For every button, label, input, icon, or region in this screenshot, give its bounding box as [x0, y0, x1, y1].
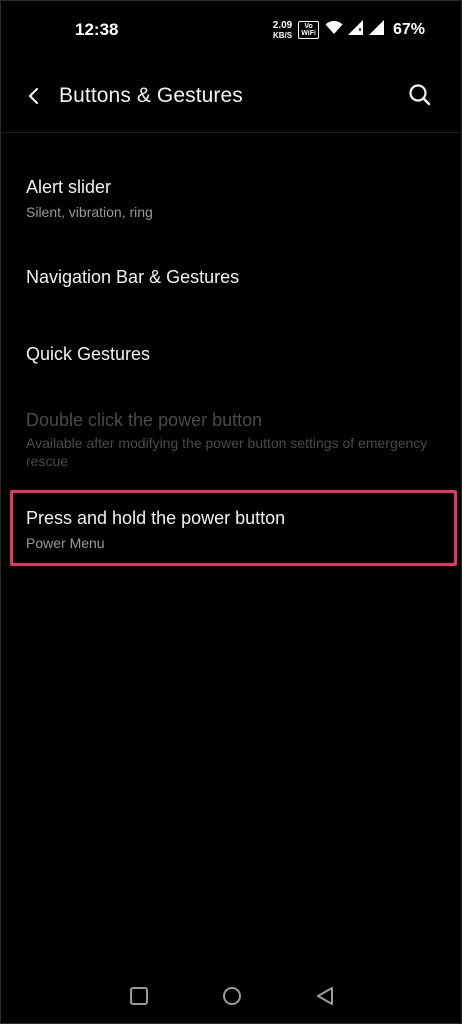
- network-speed-unit: KB/S: [272, 30, 293, 40]
- phone-screen: 12:38 2.09 KB/S Vo WiFi 67% Buttons & Ge…: [0, 0, 462, 1024]
- network-speed: 2.09 KB/S: [272, 19, 293, 40]
- back-triangle-icon: [317, 987, 333, 1005]
- signal-icon-sim1: [347, 20, 364, 40]
- battery-percentage: 67%: [392, 21, 425, 38]
- setting-navigation-bar-gestures[interactable]: Navigation Bar & Gestures: [1, 266, 461, 288]
- setting-quick-gestures[interactable]: Quick Gestures: [1, 343, 461, 365]
- wifi-label: WiFi: [301, 30, 316, 37]
- status-icons: 2.09 KB/S Vo WiFi 67%: [273, 19, 425, 41]
- status-bar: 12:38 2.09 KB/S Vo WiFi 67%: [1, 1, 461, 59]
- app-bar: Buttons & Gestures: [1, 59, 461, 133]
- search-button[interactable]: [407, 82, 433, 108]
- home-button[interactable]: [221, 985, 243, 1007]
- network-speed-value: 2.09: [272, 19, 293, 31]
- status-time: 12:38: [75, 20, 119, 39]
- volte-label: Vo: [304, 23, 313, 30]
- setting-subtitle: Available after modifying the power butt…: [26, 435, 428, 469]
- wifi-icon: [325, 20, 343, 40]
- highlight-box: [10, 490, 457, 566]
- back-button[interactable]: [21, 83, 47, 109]
- setting-title: Alert slider: [26, 177, 112, 197]
- setting-title: Quick Gestures: [26, 344, 151, 364]
- volte-wifi-icon: Vo WiFi: [298, 21, 319, 39]
- setting-alert-slider[interactable]: Alert slider Silent, vibration, ring: [1, 176, 461, 221]
- back-nav-button[interactable]: [314, 985, 336, 1007]
- setting-title: Double click the power button: [26, 410, 263, 430]
- page-title: Buttons & Gestures: [59, 84, 243, 107]
- back-arrow-icon: [28, 87, 39, 105]
- search-icon: [409, 84, 431, 106]
- system-nav-bar: [1, 963, 461, 1023]
- signal-icon-sim2: [368, 20, 385, 40]
- setting-double-click-power: Double click the power button Available …: [1, 409, 461, 470]
- home-circle-icon: [223, 987, 241, 1005]
- setting-title: Navigation Bar & Gestures: [26, 267, 240, 287]
- recents-square-icon: [130, 987, 148, 1005]
- recents-button[interactable]: [128, 985, 150, 1007]
- setting-subtitle: Silent, vibration, ring: [26, 204, 153, 220]
